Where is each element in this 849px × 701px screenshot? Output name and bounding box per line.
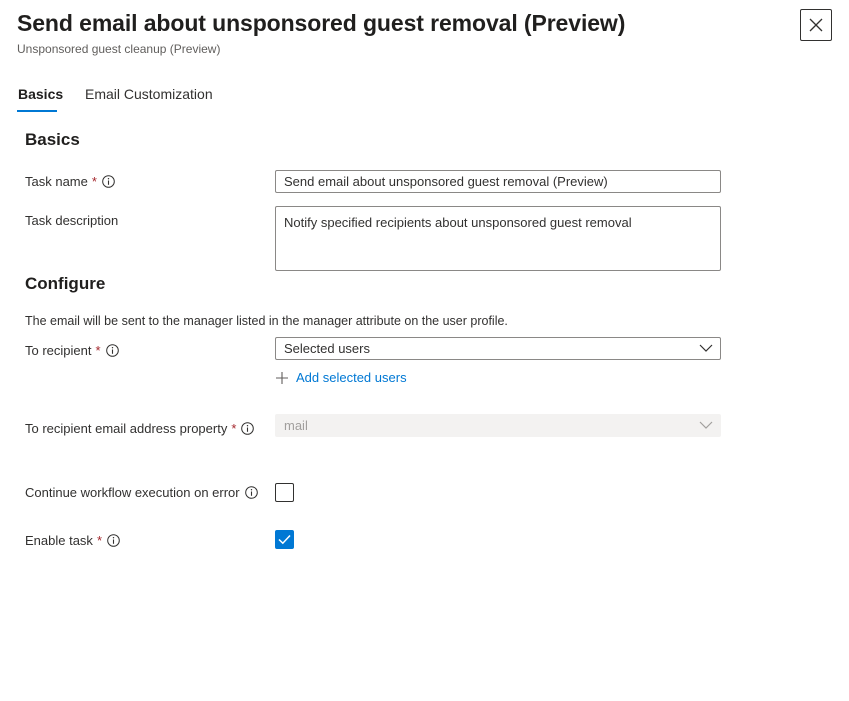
task-name-input[interactable]: Send email about unsponsored guest remov… xyxy=(275,170,721,193)
selected-tab-indicator xyxy=(17,110,57,112)
panel-subtitle: Unsponsored guest cleanup (Preview) xyxy=(17,42,221,56)
add-selected-users-text: Add selected users xyxy=(296,370,407,385)
enable-task-checkbox[interactable] xyxy=(275,530,294,549)
task-name-label: Task name * xyxy=(25,174,115,189)
task-description-label: Task description xyxy=(25,213,118,228)
email-property-selected-value: mail xyxy=(284,418,308,433)
enable-task-label: Enable task * xyxy=(25,533,120,548)
to-recipient-selected-value: Selected users xyxy=(284,341,370,356)
required-marker: * xyxy=(231,421,237,436)
info-icon[interactable] xyxy=(241,422,255,435)
close-button[interactable] xyxy=(800,9,832,41)
checkmark-icon xyxy=(278,534,291,545)
required-marker: * xyxy=(91,174,97,189)
tab-email-customization[interactable]: Email Customization xyxy=(85,86,213,102)
info-icon[interactable] xyxy=(105,344,119,357)
basics-heading: Basics xyxy=(25,130,80,149)
plus-icon xyxy=(276,371,288,384)
info-icon[interactable] xyxy=(244,486,258,499)
info-icon[interactable] xyxy=(102,175,115,188)
to-recipient-label-text: To recipient xyxy=(25,343,92,358)
continue-on-error-checkbox[interactable] xyxy=(275,483,294,502)
to-recipient-label: To recipient * xyxy=(25,343,119,358)
info-icon[interactable] xyxy=(107,534,120,547)
tab-basics[interactable]: Basics xyxy=(18,86,63,102)
chevron-down-icon xyxy=(699,421,713,429)
close-icon xyxy=(809,18,823,32)
task-name-label-text: Task name xyxy=(25,174,88,189)
required-marker: * xyxy=(95,343,101,358)
add-selected-users-link[interactable]: Add selected users xyxy=(276,370,407,385)
chevron-down-icon xyxy=(699,344,713,352)
configure-helper-text: The email will be sent to the manager li… xyxy=(25,314,508,328)
enable-task-label-text: Enable task xyxy=(25,533,93,548)
configure-heading: Configure xyxy=(25,274,106,293)
task-description-label-text: Task description xyxy=(25,213,119,228)
continue-on-error-label: Continue workflow execution on error xyxy=(25,485,258,500)
email-property-dropdown: mail xyxy=(275,414,721,437)
task-panel: Send email about unsponsored guest remov… xyxy=(0,0,849,701)
to-recipient-dropdown[interactable]: Selected users xyxy=(275,337,721,360)
email-property-label: To recipient email address property * xyxy=(25,421,255,436)
continue-on-error-label-text: Continue workflow execution on error xyxy=(25,485,240,500)
required-marker: * xyxy=(96,533,102,548)
panel-title: Send email about unsponsored guest remov… xyxy=(17,10,626,36)
task-description-textarea[interactable]: Notify specified recipients about unspon… xyxy=(275,206,721,271)
email-property-label-text: To recipient email address property xyxy=(25,421,228,436)
